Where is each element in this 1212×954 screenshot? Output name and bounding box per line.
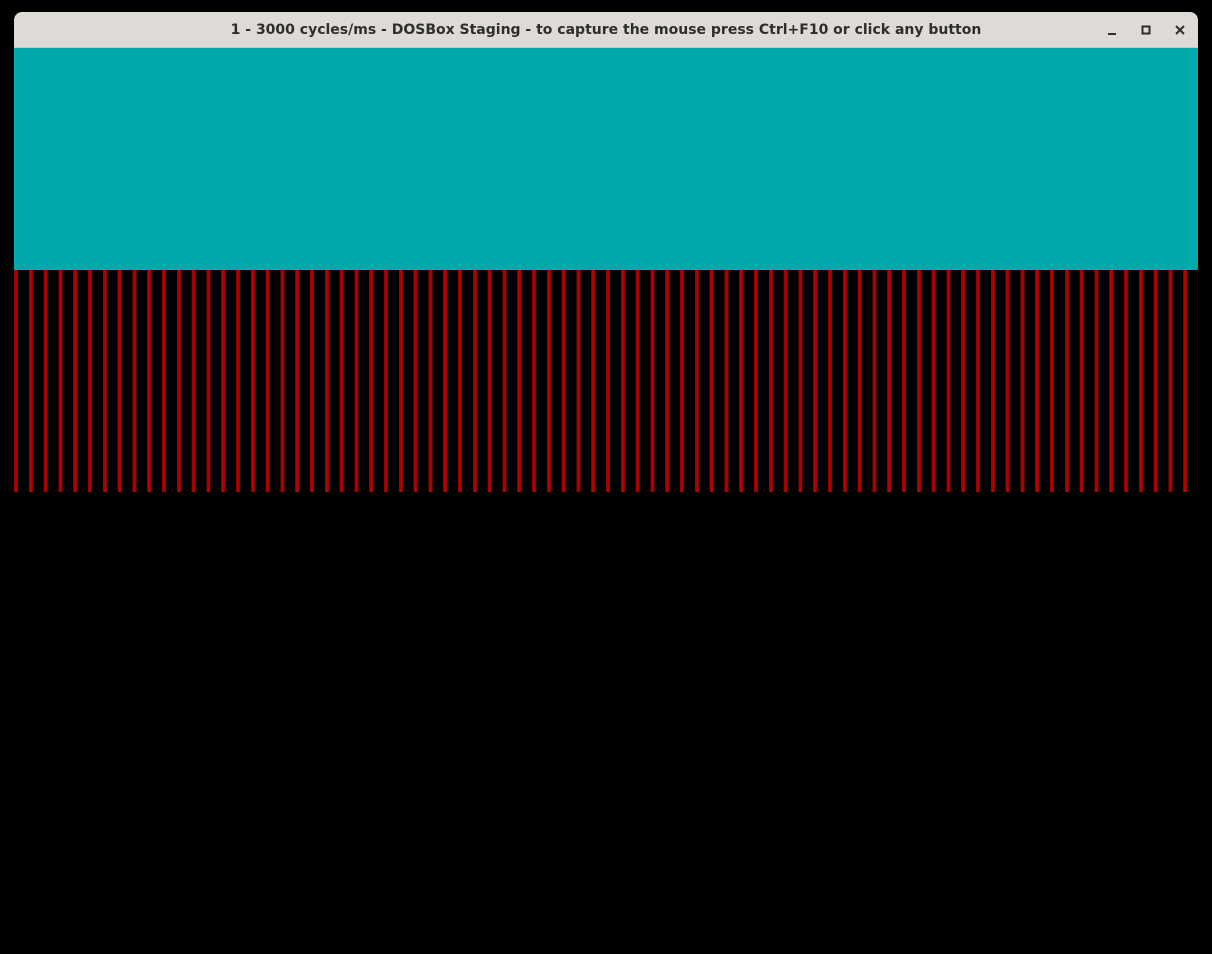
- red-stripe-pattern: [14, 270, 1198, 492]
- maximize-button[interactable]: [1134, 18, 1158, 42]
- dosbox-window: 1 - 3000 cycles/ms - DOSBox Staging - to…: [14, 12, 1198, 954]
- close-icon: [1175, 25, 1185, 35]
- title-bar[interactable]: 1 - 3000 cycles/ms - DOSBox Staging - to…: [14, 12, 1198, 48]
- window-title: 1 - 3000 cycles/ms - DOSBox Staging - to…: [230, 21, 982, 38]
- close-button[interactable]: [1168, 18, 1192, 42]
- cyan-band: [14, 48, 1198, 270]
- maximize-icon: [1141, 25, 1151, 35]
- minimize-button[interactable]: [1100, 18, 1124, 42]
- minimize-icon: [1108, 33, 1116, 35]
- emulator-screen[interactable]: [14, 48, 1198, 954]
